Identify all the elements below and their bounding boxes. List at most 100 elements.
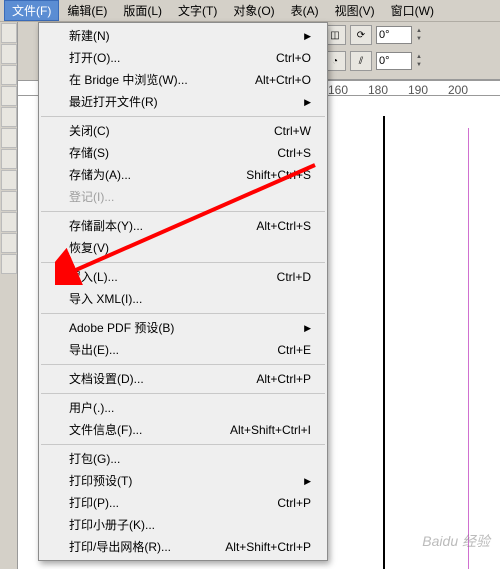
- menu-item-shortcut: Ctrl+E: [277, 342, 311, 358]
- menubar-item[interactable]: 表(A): [283, 0, 327, 21]
- menu-item[interactable]: Adobe PDF 预设(B) ▶: [39, 317, 327, 339]
- menu-item[interactable]: 打印/导出网格(R)... Alt+Shift+Ctrl+P: [39, 536, 327, 558]
- menu-separator: [41, 444, 325, 445]
- menu-item[interactable]: 关闭(C) Ctrl+W: [39, 120, 327, 142]
- menu-item[interactable]: 文件信息(F)...Alt+Shift+Ctrl+I: [39, 419, 327, 441]
- ruler-tick: 200: [448, 83, 468, 97]
- menu-item[interactable]: 恢复(V): [39, 237, 327, 259]
- tool-slot[interactable]: [1, 212, 17, 232]
- menu-item-label: 打印(P)...: [69, 495, 119, 511]
- stepper-1[interactable]: [416, 26, 428, 44]
- rotation-field-1[interactable]: 0°: [376, 26, 412, 44]
- menu-item-shortcut: Ctrl+O: [276, 50, 311, 66]
- menu-item-label: 文档设置(D)...: [69, 371, 144, 387]
- menu-item[interactable]: 导入 XML(I)...: [39, 288, 327, 310]
- menu-item[interactable]: 置入(L)... Ctrl+D: [39, 266, 327, 288]
- menu-separator: [41, 211, 325, 212]
- menu-item-label: 用户(.)...: [69, 400, 114, 416]
- tool-slot[interactable]: [1, 44, 17, 64]
- menu-item[interactable]: 用户(.)...: [39, 397, 327, 419]
- menu-item-label: 文件信息(F)...: [69, 422, 142, 438]
- submenu-arrow-icon: ▶: [300, 320, 311, 336]
- menu-item-shortcut: Ctrl+P: [277, 495, 311, 511]
- menubar-item[interactable]: 文字(T): [170, 0, 225, 21]
- menu-item[interactable]: 最近打开文件(R)▶: [39, 91, 327, 113]
- menubar: 文件(F)编辑(E)版面(L)文字(T)对象(O)表(A)视图(V)窗口(W): [0, 0, 500, 22]
- tool-slot[interactable]: [1, 170, 17, 190]
- tool-slot[interactable]: [1, 254, 17, 274]
- menu-item-label: 打印预设(T): [69, 473, 132, 489]
- tool-slot[interactable]: [1, 149, 17, 169]
- menu-item[interactable]: 存储(S) Ctrl+S: [39, 142, 327, 164]
- menu-item-label: 打包(G)...: [69, 451, 120, 467]
- menu-item-shortcut: Alt+Shift+Ctrl+P: [225, 539, 311, 555]
- menu-item[interactable]: 在 Bridge 中浏览(W)... Alt+Ctrl+O: [39, 69, 327, 91]
- menu-item-label: 关闭(C): [69, 123, 110, 139]
- menu-item-shortcut: Shift+Ctrl+S: [246, 167, 311, 183]
- menu-item[interactable]: 打印预设(T) ▶: [39, 470, 327, 492]
- menu-item[interactable]: 新建(N) ▶: [39, 25, 327, 47]
- menu-item[interactable]: 打包(G)...: [39, 448, 327, 470]
- menu-item-shortcut: Alt+Ctrl+O: [255, 72, 311, 88]
- menu-separator: [41, 262, 325, 263]
- tool-slot[interactable]: [1, 191, 17, 211]
- menubar-item[interactable]: 对象(O): [225, 0, 282, 21]
- tool-slot[interactable]: [1, 233, 17, 253]
- menu-item: 登记(I)...: [39, 186, 327, 208]
- ruler-tick: 160: [328, 83, 348, 97]
- rotate-icon: ⟳: [350, 25, 372, 45]
- menu-item-shortcut: Alt+Ctrl+S: [256, 218, 311, 234]
- stepper-2[interactable]: [416, 52, 428, 70]
- menu-item-label: 恢复(V): [69, 240, 109, 256]
- menu-item-label: 打印小册子(K)...: [69, 517, 155, 533]
- menu-item-shortcut: Ctrl+D: [277, 269, 311, 285]
- menubar-item[interactable]: 编辑(E): [59, 0, 115, 21]
- menu-item[interactable]: 打印(P)... Ctrl+P: [39, 492, 327, 514]
- menu-item-label: Adobe PDF 预设(B): [69, 320, 174, 336]
- tool-slot[interactable]: [1, 86, 17, 106]
- tool-slot[interactable]: [1, 23, 17, 43]
- menu-item-label: 新建(N): [69, 28, 110, 44]
- menubar-item[interactable]: 文件(F): [4, 0, 59, 21]
- page-edge: [383, 116, 385, 569]
- menu-item-label: 最近打开文件(R): [69, 94, 158, 110]
- tool-slot[interactable]: [1, 107, 17, 127]
- margin-guide: [468, 128, 469, 569]
- menubar-item[interactable]: 版面(L): [115, 0, 170, 21]
- submenu-arrow-icon: ▶: [300, 28, 311, 44]
- menu-item[interactable]: 存储副本(Y)... Alt+Ctrl+S: [39, 215, 327, 237]
- menu-separator: [41, 116, 325, 117]
- menu-item-shortcut: Ctrl+W: [274, 123, 311, 139]
- menu-item[interactable]: 打印小册子(K)...: [39, 514, 327, 536]
- menu-item-label: 置入(L)...: [69, 269, 118, 285]
- file-menu-dropdown: 新建(N) ▶ 打开(O)... Ctrl+O 在 Bridge 中浏览(W)... Al…: [38, 22, 328, 561]
- menu-item-label: 打印/导出网格(R)...: [69, 539, 171, 555]
- menubar-item[interactable]: 视图(V): [327, 0, 383, 21]
- menu-item-label: 打开(O)...: [69, 50, 120, 66]
- menu-item-shortcut: Alt+Ctrl+P: [256, 371, 311, 387]
- rotation-field-2[interactable]: 0°: [376, 52, 412, 70]
- menu-separator: [41, 364, 325, 365]
- menu-item-label: 在 Bridge 中浏览(W)...: [69, 72, 188, 88]
- menu-item-label: 存储为(A)...: [69, 167, 131, 183]
- options-toolbar: ◫ ⟳ 0° ◔ ⫽ 0°: [320, 22, 500, 80]
- menu-item-label: 导出(E)...: [69, 342, 119, 358]
- menubar-item[interactable]: 窗口(W): [383, 0, 442, 21]
- menu-item-shortcut: Ctrl+S: [277, 145, 311, 161]
- watermark: Baidu 经验: [422, 531, 490, 551]
- menu-item-label: 存储副本(Y)...: [69, 218, 143, 234]
- tool-slot[interactable]: [1, 65, 17, 85]
- menu-separator: [41, 313, 325, 314]
- menu-item[interactable]: 存储为(A)... Shift+Ctrl+S: [39, 164, 327, 186]
- menu-item[interactable]: 打开(O)... Ctrl+O: [39, 47, 327, 69]
- tool-slot[interactable]: [1, 128, 17, 148]
- submenu-arrow-icon: ▶: [300, 473, 311, 489]
- menu-item-label: 存储(S): [69, 145, 109, 161]
- menu-separator: [41, 393, 325, 394]
- shear-icon: ⫽: [350, 51, 372, 71]
- menu-item[interactable]: 文档设置(D)... Alt+Ctrl+P: [39, 368, 327, 390]
- ruler-tick: 180: [368, 83, 388, 97]
- menu-item-label: 登记(I)...: [69, 189, 114, 205]
- menu-item[interactable]: 导出(E)... Ctrl+E: [39, 339, 327, 361]
- ruler-tick: 190: [408, 83, 428, 97]
